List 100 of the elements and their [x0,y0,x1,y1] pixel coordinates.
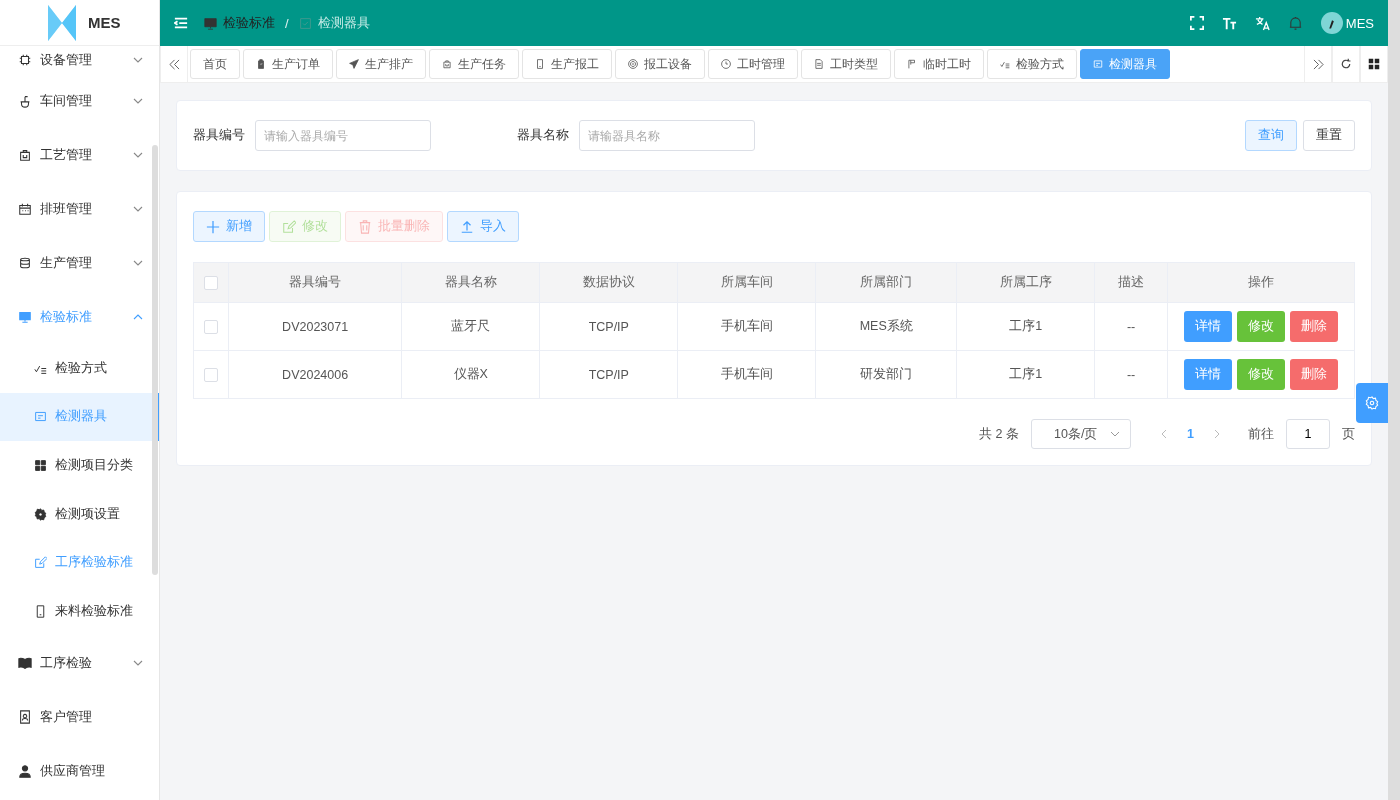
table-cell: 手机车间 [677,302,816,351]
tab[interactable]: 生产订单 [243,49,333,79]
field-label: 器具编号 [193,127,245,144]
column-header: 操作 [1167,262,1355,303]
card-icon [1093,59,1103,69]
column-header: 所属工序 [956,262,1095,303]
checklist-icon [1000,59,1010,69]
tab[interactable]: 工时类型 [801,49,891,79]
sidebar-subitem[interactable]: 检测项目分类 [0,441,159,490]
checkbox-icon [298,16,312,30]
contact-icon [18,709,32,724]
font-size-icon[interactable] [1221,15,1237,31]
checkbox[interactable] [204,367,218,382]
page-size-select[interactable]: 10条/页 [1031,419,1132,449]
table-cell: DV2023071 [228,302,402,351]
double-chevron-right-icon [1312,58,1324,70]
scroll-right-button[interactable] [1304,46,1332,82]
double-chevron-left-icon [168,58,180,70]
table-cell: 工序1 [956,350,1095,399]
card-icon [34,410,47,424]
goto-label: 前往 [1248,425,1274,443]
table-cell: 工序1 [956,302,1095,351]
table-cell: 手机车间 [677,350,816,399]
tab[interactable]: 首页 [190,49,240,79]
bag-icon [442,59,452,69]
clock-icon [721,59,731,69]
table-cell: TCP/IP [539,302,678,351]
app-name: MES [88,14,121,31]
checkbox[interactable] [204,319,218,334]
refresh-icon [1340,58,1352,70]
sidebar-item[interactable]: 客户管理 [0,689,159,744]
checkbox[interactable] [204,275,218,290]
settings-button[interactable] [1356,383,1388,423]
sidebar-item[interactable]: 排班管理 [0,182,159,236]
person-icon [18,763,32,778]
column-header: 器具编号 [228,262,402,303]
sidebar-item[interactable]: 车间管理 [0,74,159,128]
tab[interactable]: 工时管理 [708,49,798,79]
settings-icon [1365,396,1379,410]
sidebar-item[interactable]: 供应商管理 [0,743,159,798]
menu-icon[interactable] [174,16,188,30]
upload-icon [460,219,474,234]
tab[interactable]: 临时工时 [894,49,984,79]
database-icon [18,256,32,270]
page-suffix: 页 [1342,425,1355,443]
sidebar-subitem[interactable]: 检测项设置 [0,489,159,539]
breadcrumb-separator: / [285,15,289,31]
column-header: 器具名称 [401,262,540,303]
trash-icon [358,219,372,234]
input-field[interactable]: 请输器具名称 [579,120,755,151]
tab[interactable]: 报工设备 [615,49,705,79]
gear-icon [34,507,47,521]
chip-icon [18,53,32,67]
phone-icon [535,59,545,69]
avatar-icon[interactable] [1320,12,1343,34]
scrollbar-thumb[interactable] [152,145,158,575]
table-cell: -- [1094,350,1168,399]
tab[interactable]: 生产任务 [429,49,519,79]
calendar-icon [18,202,32,216]
plus-icon [206,219,220,234]
next-page-icon[interactable] [1214,429,1220,439]
clipboard-icon [256,59,266,69]
breadcrumb-item: 检测器具 [317,14,370,32]
sidebar-item[interactable]: 工艺管理 [0,128,159,182]
tab[interactable]: 检验方式 [987,49,1077,79]
table-cell: MES系统 [815,302,957,351]
table-cell: DV2024006 [228,350,402,399]
tab[interactable]: 生产报工 [522,49,612,79]
sidebar-item[interactable]: 设备管理 [0,46,159,74]
table-cell: 仪器X [401,350,540,399]
sidebar-item[interactable]: 工序检验 [0,635,159,690]
layout-button[interactable] [1360,46,1388,82]
tab[interactable]: 生产排产 [336,49,426,79]
translate-icon[interactable] [1254,15,1270,31]
bag-icon [18,148,32,162]
table-cell: TCP/IP [539,350,678,399]
flag-icon [907,59,917,69]
edit-icon [34,556,47,570]
grid-icon [34,459,47,472]
input-field[interactable]: 请输入器具编号 [255,120,431,151]
sidebar-subitem[interactable]: 来料检验标准 [0,586,159,636]
sidebar-subitem[interactable]: 检验方式 [0,344,159,393]
pot-icon [18,94,32,108]
monitor-icon [18,310,32,324]
phone-icon [34,604,47,618]
target-icon [628,59,638,69]
prev-page-icon[interactable] [1161,429,1168,439]
fullscreen-icon[interactable] [1189,16,1204,30]
user-name[interactable]: MES [1345,15,1374,31]
sidebar-item[interactable]: 生产管理 [0,236,159,290]
bell-icon[interactable] [1287,15,1303,31]
total-count: 共 2 条 [979,425,1020,443]
field-label: 器具名称 [517,127,569,144]
page-input[interactable]: 1 [1286,419,1330,449]
scroll-left-button[interactable] [160,46,188,82]
edit-icon [282,219,296,234]
breadcrumb-item[interactable]: 检验标准 [223,14,275,32]
table-cell: 研发部门 [815,350,957,399]
reset-button[interactable]: 重置 [1303,120,1355,151]
document-icon [814,59,824,69]
